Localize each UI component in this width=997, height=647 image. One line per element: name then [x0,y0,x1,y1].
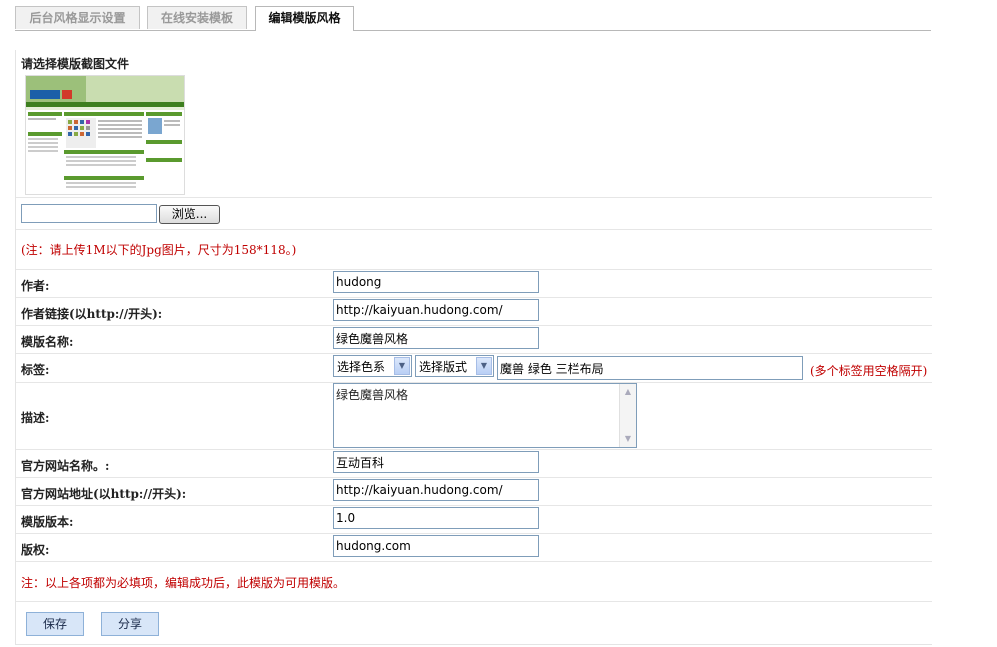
tab-bar: 后台风格显示设置 在线安装模板 编辑模版风格 [15,6,931,31]
description-row: 描述: 绿色魔兽风格 ▲ ▼ [16,383,932,450]
scroll-down-icon[interactable]: ▼ [621,432,635,446]
screenshot-section-title: 请选择模版截图文件 [21,57,130,71]
template-name-input[interactable] [333,327,539,349]
site-url-row: 官方网站地址(以http://开头): [16,478,932,506]
template-name-label: 模版名称: [21,335,74,349]
copyright-label: 版权: [21,543,50,557]
screenshot-file-input[interactable] [21,204,157,223]
copyright-row: 版权: [16,534,932,562]
author-row: 作者: [16,270,932,298]
upload-note-row: (注：请上传1M以下的Jpg图片，尺寸为158*118。) [16,230,932,270]
share-button[interactable]: 分享 [101,612,159,636]
copyright-input[interactable] [333,535,539,557]
version-input[interactable] [333,507,539,529]
scroll-up-icon[interactable]: ▲ [621,385,635,399]
tab-edit-style[interactable]: 编辑模版风格 [255,6,354,31]
edit-form: 请选择模版截图文件 浏览... (注：请上传1M以下的Jpg图片，尺寸为158*… [15,50,932,645]
description-label: 描述: [21,411,50,425]
author-label: 作者: [21,279,50,293]
file-upload-row: 浏览... [16,198,932,230]
save-button[interactable]: 保存 [26,612,84,636]
version-row: 模版版本: [16,506,932,534]
thumbnail-image [26,76,184,194]
required-note: 注：以上各项都为必填项，编辑成功后，此模版为可用模版。 [21,576,346,590]
author-link-label: 作者链接(以http://开头): [21,307,163,321]
site-url-input[interactable] [333,479,539,501]
description-scrollbar[interactable]: ▲ ▼ [619,384,636,447]
browse-button[interactable]: 浏览... [159,205,220,224]
tags-row: 标签: 选择色系 ▼ 选择版式 ▼ (多个标签用空格隔开) [16,354,932,383]
author-link-input[interactable] [333,299,539,321]
upload-note: (注：请上传1M以下的Jpg图片，尺寸为158*118。) [21,243,297,257]
tags-label: 标签: [21,363,50,377]
template-name-row: 模版名称: [16,326,932,354]
chevron-down-icon: ▼ [394,357,410,375]
version-label: 模版版本: [21,515,74,529]
tags-input[interactable] [497,356,803,380]
chevron-down-icon: ▼ [476,357,492,375]
author-link-row: 作者链接(以http://开头): [16,298,932,326]
layout-select[interactable]: 选择版式 ▼ [415,355,494,377]
site-name-input[interactable] [333,451,539,473]
site-name-label: 官方网站名称。: [21,459,110,473]
description-textarea[interactable]: 绿色魔兽风格 ▲ ▼ [333,383,637,448]
description-text: 绿色魔兽风格 [336,388,409,402]
site-url-label: 官方网站地址(以http://开头): [21,487,187,501]
tab-display-settings[interactable]: 后台风格显示设置 [15,6,140,29]
tags-hint: (多个标签用空格隔开) [810,364,928,378]
layout-select-value: 选择版式 [419,360,468,374]
author-input[interactable] [333,271,539,293]
template-thumbnail [25,75,185,195]
tab-online-install[interactable]: 在线安装模板 [147,6,247,29]
screenshot-row: 请选择模版截图文件 [16,50,932,198]
site-name-row: 官方网站名称。: [16,450,932,478]
color-scheme-select-value: 选择色系 [337,360,386,374]
color-scheme-select[interactable]: 选择色系 ▼ [333,355,412,377]
footer-note-row: 注：以上各项都为必填项，编辑成功后，此模版为可用模版。 [16,562,932,602]
